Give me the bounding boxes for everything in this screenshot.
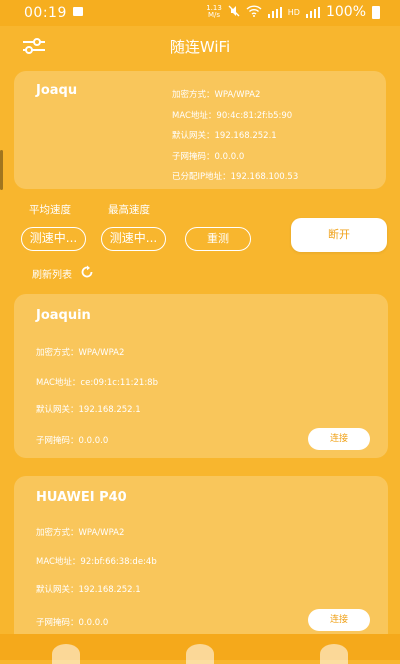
network-subnet: 子网掩码：0.0.0.0	[36, 618, 109, 628]
avg-speed-label: 平均速度	[29, 204, 71, 216]
max-speed-label: 最高速度	[108, 204, 150, 216]
current-network-card: Joaqu 加密方式：WPA/WPA2 MAC地址：90:4c:81:2f:b5…	[14, 71, 386, 189]
current-gateway: 默认网关：192.168.252.1	[172, 131, 277, 141]
disconnect-button[interactable]: 断开	[291, 218, 387, 252]
network-card[interactable]: HUAWEI P40 加密方式：WPA/WPA2 MAC地址：92:bf:66:…	[14, 476, 388, 646]
status-indicators: 1.13 M/s HD 100%	[206, 4, 380, 20]
network-subnet: 子网掩码：0.0.0.0	[36, 436, 109, 446]
max-speed-value: 测速中...	[101, 227, 166, 251]
signal-icon-2	[305, 6, 320, 18]
avg-speed-value: 测速中...	[21, 227, 86, 251]
network-encryption: 加密方式：WPA/WPA2	[36, 528, 125, 538]
current-ssid: Joaqu	[36, 83, 78, 98]
message-icon	[73, 7, 83, 16]
current-ip: 已分配IP地址：192.168.100.53	[172, 172, 299, 182]
network-gateway: 默认网关：192.168.252.1	[36, 585, 141, 595]
status-bar: 00:19 1.13 M/s HD 100%	[0, 0, 400, 26]
refresh-icon[interactable]	[80, 265, 94, 282]
bottom-nav	[0, 634, 400, 664]
network-mac: MAC地址：92:bf:66:38:de:4b	[36, 557, 157, 567]
network-speed: 1.13 M/s	[206, 5, 222, 19]
status-time: 00:19	[24, 5, 67, 21]
refresh-list-label: 刷新列表	[32, 270, 72, 281]
current-subnet: 子网掩码：0.0.0.0	[172, 151, 245, 162]
battery-percent: 100%	[325, 4, 366, 20]
shield-icon[interactable]	[320, 644, 348, 664]
network-gateway: 默认网关：192.168.252.1	[36, 405, 141, 415]
network-encryption: 加密方式：WPA/WPA2	[36, 348, 125, 358]
wifi-status-icon	[246, 4, 262, 20]
refresh-list[interactable]: 刷新列表	[32, 265, 94, 282]
battery-icon	[372, 5, 380, 19]
network-type-label: HD	[287, 7, 300, 17]
signal-icon	[267, 6, 282, 18]
current-encryption: 加密方式：WPA/WPA2	[172, 90, 261, 100]
network-mac: MAC地址：ce:09:1c:11:21:8b	[36, 378, 158, 388]
network-ssid: Joaquin	[36, 308, 91, 323]
network-speed-unit: M/s	[207, 11, 220, 19]
mute-icon	[228, 5, 240, 20]
app-bar: 随连WiFi	[0, 26, 400, 66]
current-mac: MAC地址：90:4c:81:2f:b5:90	[172, 110, 293, 121]
connect-button[interactable]: 连接	[308, 428, 370, 450]
retest-button[interactable]: 重测	[185, 227, 251, 251]
network-ssid: HUAWEI P40	[36, 490, 127, 505]
network-card[interactable]: Joaquin 加密方式：WPA/WPA2 MAC地址：ce:09:1c:11:…	[14, 294, 388, 458]
current-network-info: 加密方式：WPA/WPA2 MAC地址：90:4c:81:2f:b5:90 默认…	[172, 89, 298, 192]
speed-icon[interactable]	[186, 644, 214, 664]
scroll-indicator	[0, 150, 3, 190]
home-icon[interactable]	[52, 644, 80, 664]
page-title: 随连WiFi	[169, 38, 231, 56]
connect-button[interactable]: 连接	[308, 609, 370, 631]
